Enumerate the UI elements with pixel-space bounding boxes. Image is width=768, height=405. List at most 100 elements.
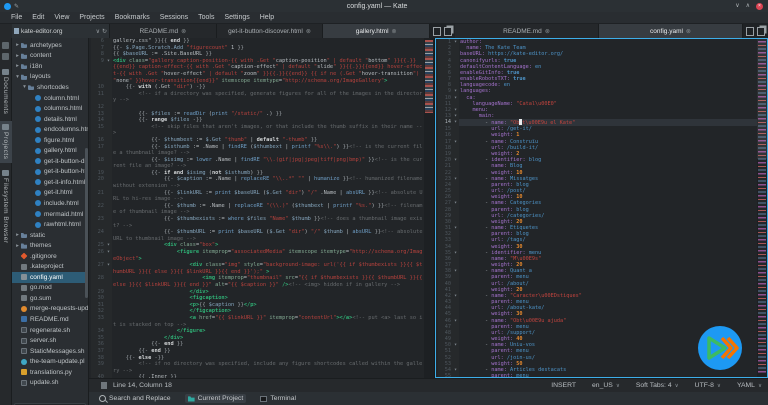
tree-item-update.sh[interactable]: update.sh [12,378,88,389]
tree-item-get-it-button-di...[interactable]: get-it-button-di... [12,156,88,167]
tree-item-.kateproject[interactable]: .kateproject [12,261,88,272]
tree-item-layouts[interactable]: ▾layouts [12,72,88,83]
menu-item-tools[interactable]: Tools [193,14,219,21]
code-line-26[interactable]: 26▾ <figure itemprop="associatedMedia" i… [91,249,424,262]
code-line-32[interactable]: 32 </figcaption> [91,308,424,315]
chevron-closed-icon[interactable]: ▸ [14,243,21,249]
tree-item-get-it-button-ht...[interactable]: get-it-button-ht... [12,167,88,178]
tree-item-merge-requests-updat...[interactable]: merge-requests-updat... [12,304,88,315]
menu-item-settings[interactable]: Settings [219,14,254,21]
tab-close-icon[interactable]: ⊗ [545,28,550,35]
code-line-6[interactable]: 6gallery.css" }}{{ end }} [91,38,424,45]
code-line-17[interactable]: 17 {{- $isthumb := .Name | findRE ($thum… [91,144,424,157]
tree-item-columns.html[interactable]: columns.html [12,103,88,114]
tree-item-config.yaml[interactable]: config.yaml [12,272,88,283]
tree-item-content[interactable]: ▸content [12,51,88,62]
fold-marker[interactable]: ▾ [105,262,112,275]
code-line-36[interactable]: 36 {{- end }} [91,341,424,348]
menu-item-bookmarks[interactable]: Bookmarks [110,14,155,21]
code-line-21[interactable]: 21 {{- $linkURL := print $baseURL ($.Get… [91,190,424,203]
syntax-select[interactable]: YAML∨ [737,382,762,389]
tree-item-shortcodes[interactable]: ▾shortcodes [12,82,88,93]
code-line-55[interactable]: 55 parent: menu [438,373,757,377]
tree-item-get-it.html[interactable]: get-it.html [12,188,88,199]
code-line-10[interactable]: 10 {{- with (.Get "dir") -}} [91,84,424,91]
maximize-button[interactable]: ∧ [746,3,750,9]
menu-item-view[interactable]: View [49,14,74,21]
tree-item-get-it-info.html[interactable]: get-it-info.html [12,177,88,188]
reload-project-icon[interactable]: ↻ [102,28,107,35]
tree-item-go.sum[interactable]: go.sum [12,293,88,304]
tree-item-translations.py[interactable]: translations.py [12,367,88,378]
code-line-37[interactable]: 37 {{- end }} [91,348,424,355]
tree-item-include.html[interactable]: include.html [12,198,88,209]
new-document-icon[interactable] [746,27,754,36]
current-project-button[interactable]: Current Project [185,394,247,403]
code-line-7[interactable]: 7{{- $.Page.Scratch.Add "figurecount" 1 … [91,45,424,52]
chevron-closed-icon[interactable]: ▸ [14,232,21,238]
fold-marker[interactable]: ▾ [105,58,112,84]
chevron-closed-icon[interactable]: ▸ [14,63,21,69]
tab-README.md[interactable]: README.md⊗ [110,24,217,38]
minimap-right[interactable] [757,39,767,377]
new-document-icon[interactable] [433,27,441,36]
chevron-open-icon[interactable]: ▾ [14,74,21,80]
copy-document-icon[interactable] [757,27,765,36]
fold-marker[interactable]: ▾ [105,242,112,249]
code-line-39[interactable]: 39 <!-- if no directory was specified, i… [91,361,424,374]
menu-item-edit[interactable]: Edit [27,14,49,21]
dictionary-select[interactable]: en_US∨ [592,382,620,389]
code-line-13[interactable]: 13 {{- $files := readDir (print "/static… [91,111,424,118]
encoding-select[interactable]: UTF-8∨ [695,382,721,389]
tab-close-icon[interactable]: ⊗ [306,28,311,35]
code-line-19[interactable]: 19 {{- if and $isimg (not $isthumb) }} [91,170,424,177]
tree-item-details.html[interactable]: details.html [12,114,88,125]
close-button[interactable]: × [756,3,763,10]
code-line-20[interactable]: 20 {{- $caption := .Name | replaceRE "\\… [91,176,424,189]
search-and-replace-button[interactable]: Search and Replace [99,395,171,402]
minimize-button[interactable]: ∨ [735,3,739,9]
tree-item-.gitignore[interactable]: .gitignore [12,251,88,262]
sidebar-item-documents[interactable]: Documents [0,66,12,117]
sidebar-item-projects[interactable]: Projects [0,121,12,162]
code-line-22[interactable]: 22 {{- $thumb := .Name | replaceRE "(\\.… [91,203,424,216]
tree-item-StaticMessages.sh[interactable]: StaticMessages.sh [12,346,88,357]
code-line-35[interactable]: 35 </div> [91,335,424,342]
code-line-14[interactable]: 14▾ - name: "Obt\u00E9u el Kate" [438,119,757,126]
code-line-27[interactable]: 27▾ <div class="img" style="background-i… [91,262,424,275]
code-line-9[interactable]: 9▾<div class="gallery caption-position-{… [91,58,424,84]
code-line-12[interactable]: 12 [91,104,424,111]
toolview-icon-top2[interactable] [2,53,9,60]
code-line-16[interactable]: 16 {{- $thumbext := $.Get "thumb" | defa… [91,137,424,144]
chevron-open-icon[interactable]: ▾ [21,84,28,90]
input-mode[interactable]: INSERT [551,382,576,389]
code-line-18[interactable]: 18 {{- $isimg := lower .Name | findRE "\… [91,157,424,170]
title-bar[interactable]: ✎ config.yaml — Kate ∨ ∧ × [0,0,768,12]
code-line-33[interactable]: 33 <a href="{{ $linkURL }}" itemprop="co… [91,315,424,328]
menu-item-file[interactable]: File [6,14,27,21]
tab-gallery.html[interactable]: gallery.html⊗ [323,24,430,38]
code-line-29[interactable]: 29 </div> [91,289,424,296]
menu-item-projects[interactable]: Projects [74,14,109,21]
code-line-31[interactable]: 31 <p>{{ $caption }}</p> [91,302,424,309]
tree-item-the-team-update.pl[interactable]: the-team-update.pl [12,356,88,367]
tab-close-icon[interactable]: ⊗ [181,28,186,35]
chevron-closed-icon[interactable]: ▸ [14,53,21,59]
copy-document-icon[interactable] [444,27,452,36]
project-selector[interactable]: kate-editor.org ∨ ↻ [12,24,110,38]
tab-get-it-button-discover.html[interactable]: get-it-button-discover.html⊗ [217,24,324,38]
code-line-40[interactable]: 40 {{ .Inner }} [91,374,424,378]
tree-item-i18n[interactable]: ▸i18n [12,61,88,72]
tree-item-regenerate.sh[interactable]: regenerate.sh [12,325,88,336]
tree-item-figure.html[interactable]: figure.html [12,135,88,146]
tree-item-gallery.html[interactable]: gallery.html [12,145,88,156]
code-line-14[interactable]: 14 {{- range $files -}} [91,117,424,124]
editor-left-gallery-html[interactable]: 6gallery.css" }}{{ end }}7{{- $.Page.Scr… [89,38,435,378]
minimap-left[interactable] [424,38,434,378]
terminal-button[interactable]: Terminal [260,395,296,402]
chevron-closed-icon[interactable]: ▸ [14,42,21,48]
menu-item-sessions[interactable]: Sessions [155,14,193,21]
tree-item-archetypes[interactable]: ▸archetypes [12,40,88,51]
tab-close-icon[interactable]: ⊗ [392,28,397,35]
tab-close-icon[interactable]: ⊗ [686,28,691,35]
